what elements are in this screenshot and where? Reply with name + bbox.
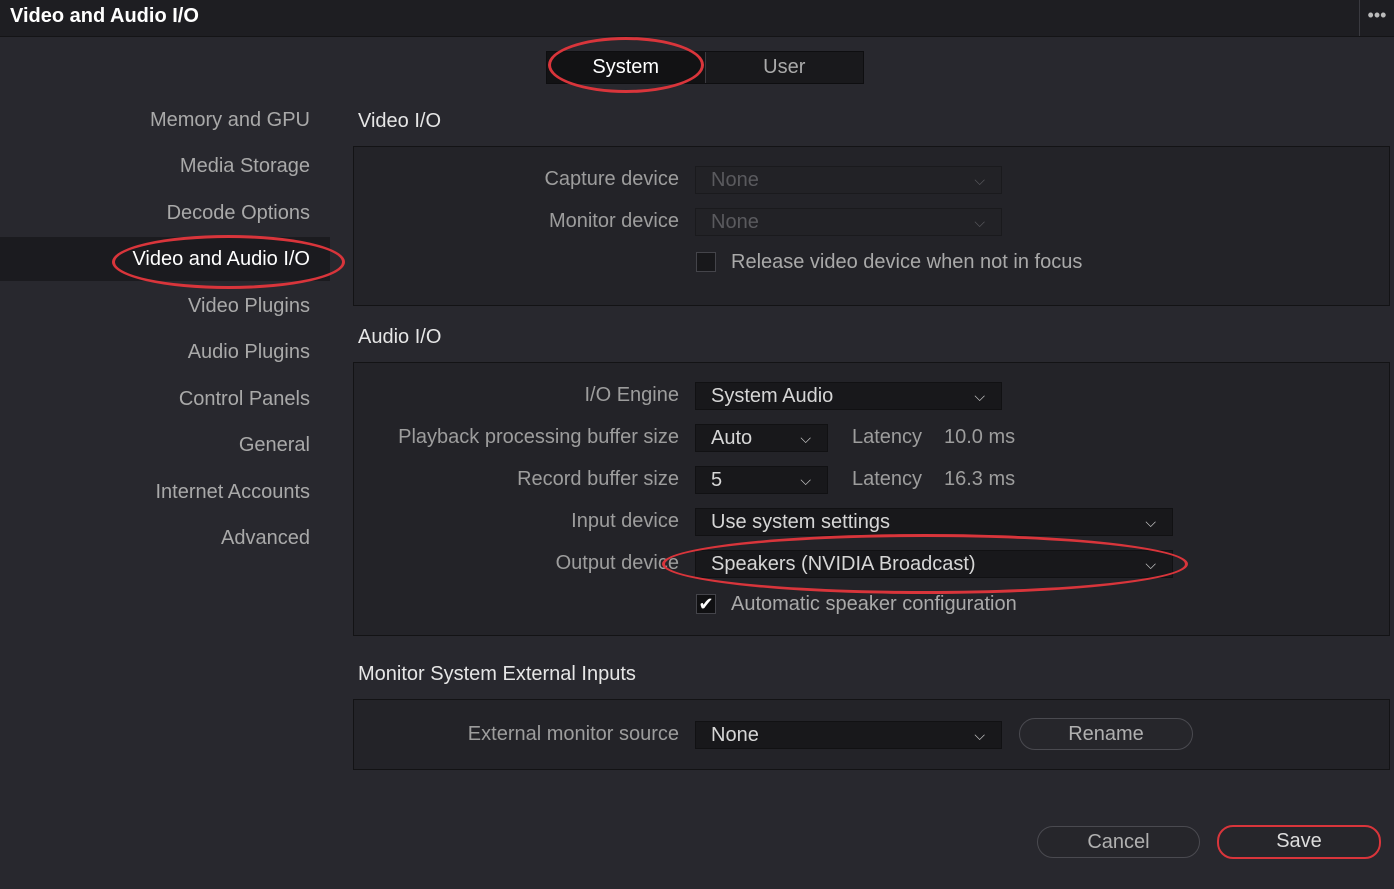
sidebar-item-media-storage[interactable]: Media Storage: [0, 144, 330, 188]
io-engine-value: System Audio: [711, 385, 834, 407]
video-io-title: Video I/O: [358, 110, 442, 132]
monitor-device-label: Monitor device: [548, 210, 679, 232]
chevron-down-icon: ⌵: [800, 430, 811, 446]
sidebar-item-general[interactable]: General: [0, 423, 330, 467]
monitor-device-dropdown[interactable]: None ⌵: [695, 208, 1002, 236]
sidebar-item-advanced[interactable]: Advanced: [0, 516, 330, 560]
audio-io-title: Audio I/O: [358, 326, 442, 348]
scope-toggle: System User: [546, 51, 864, 84]
chevron-down-icon: ⌵: [1145, 556, 1156, 572]
sidebar-item-video-plugins[interactable]: Video Plugins: [0, 284, 330, 328]
save-button[interactable]: Save: [1217, 825, 1381, 859]
capture-device-label: Capture device: [544, 168, 679, 190]
io-engine-label: I/O Engine: [584, 384, 679, 406]
chevron-down-icon: ⌵: [974, 727, 985, 743]
output-device-value: Speakers (NVIDIA Broadcast): [711, 553, 976, 575]
sidebar-item-decode-options[interactable]: Decode Options: [0, 191, 330, 235]
sidebar-item-control-panels[interactable]: Control Panels: [0, 377, 330, 421]
playback-buffer-label: Playback processing buffer size: [398, 426, 679, 448]
chevron-down-icon: ⌵: [974, 214, 985, 230]
chevron-down-icon: ⌵: [800, 472, 811, 488]
cancel-button[interactable]: Cancel: [1037, 826, 1200, 858]
external-monitor-source-dropdown[interactable]: None ⌵: [695, 721, 1002, 749]
rename-button[interactable]: Rename: [1019, 718, 1193, 750]
sidebar-item-internet-accounts[interactable]: Internet Accounts: [0, 470, 330, 514]
capture-device-dropdown[interactable]: None ⌵: [695, 166, 1002, 194]
sidebar-item-video-audio-io[interactable]: Video and Audio I/O: [0, 237, 330, 281]
chevron-down-icon: ⌵: [974, 172, 985, 188]
external-monitor-source-label: External monitor source: [467, 723, 679, 745]
auto-speaker-label: Automatic speaker configuration: [731, 593, 1017, 615]
more-options-icon[interactable]: •••: [1359, 0, 1394, 36]
record-buffer-label: Record buffer size: [517, 468, 679, 490]
chevron-down-icon: ⌵: [1145, 514, 1156, 530]
monitor-device-value: None: [711, 211, 759, 233]
playback-buffer-value: Auto: [711, 427, 753, 449]
input-device-dropdown[interactable]: Use system settings ⌵: [695, 508, 1173, 536]
title-bar: Video and Audio I/O •••: [0, 0, 1394, 37]
output-device-label: Output device: [555, 552, 679, 574]
sidebar-item-memory-gpu[interactable]: Memory and GPU: [0, 98, 330, 142]
auto-speaker-checkbox[interactable]: ✔: [696, 594, 716, 614]
external-monitor-source-value: None: [711, 724, 759, 746]
input-device-label: Input device: [571, 510, 679, 532]
external-inputs-title: Monitor System External Inputs: [358, 663, 636, 685]
record-latency-label: Latency: [852, 468, 923, 490]
playback-latency-value: 10.0 ms: [944, 426, 1016, 448]
capture-device-value: None: [711, 169, 759, 191]
window-title: Video and Audio I/O: [10, 5, 199, 27]
input-device-value: Use system settings: [711, 511, 890, 533]
check-icon: ✔: [698, 594, 714, 614]
output-device-dropdown[interactable]: Speakers (NVIDIA Broadcast) ⌵: [695, 550, 1173, 578]
record-buffer-dropdown[interactable]: 5 ⌵: [695, 466, 828, 494]
chevron-down-icon: ⌵: [974, 388, 985, 404]
release-video-device-checkbox[interactable]: [696, 252, 716, 272]
io-engine-dropdown[interactable]: System Audio ⌵: [695, 382, 1002, 410]
tab-system[interactable]: System: [547, 52, 705, 83]
sidebar-item-audio-plugins[interactable]: Audio Plugins: [0, 330, 330, 374]
playback-latency-label: Latency: [852, 426, 923, 448]
release-video-device-label: Release video device when not in focus: [731, 251, 1083, 273]
tab-user[interactable]: User: [704, 52, 864, 83]
playback-buffer-dropdown[interactable]: Auto ⌵: [695, 424, 828, 452]
record-latency-value: 16.3 ms: [944, 468, 1016, 490]
record-buffer-value: 5: [711, 469, 723, 491]
